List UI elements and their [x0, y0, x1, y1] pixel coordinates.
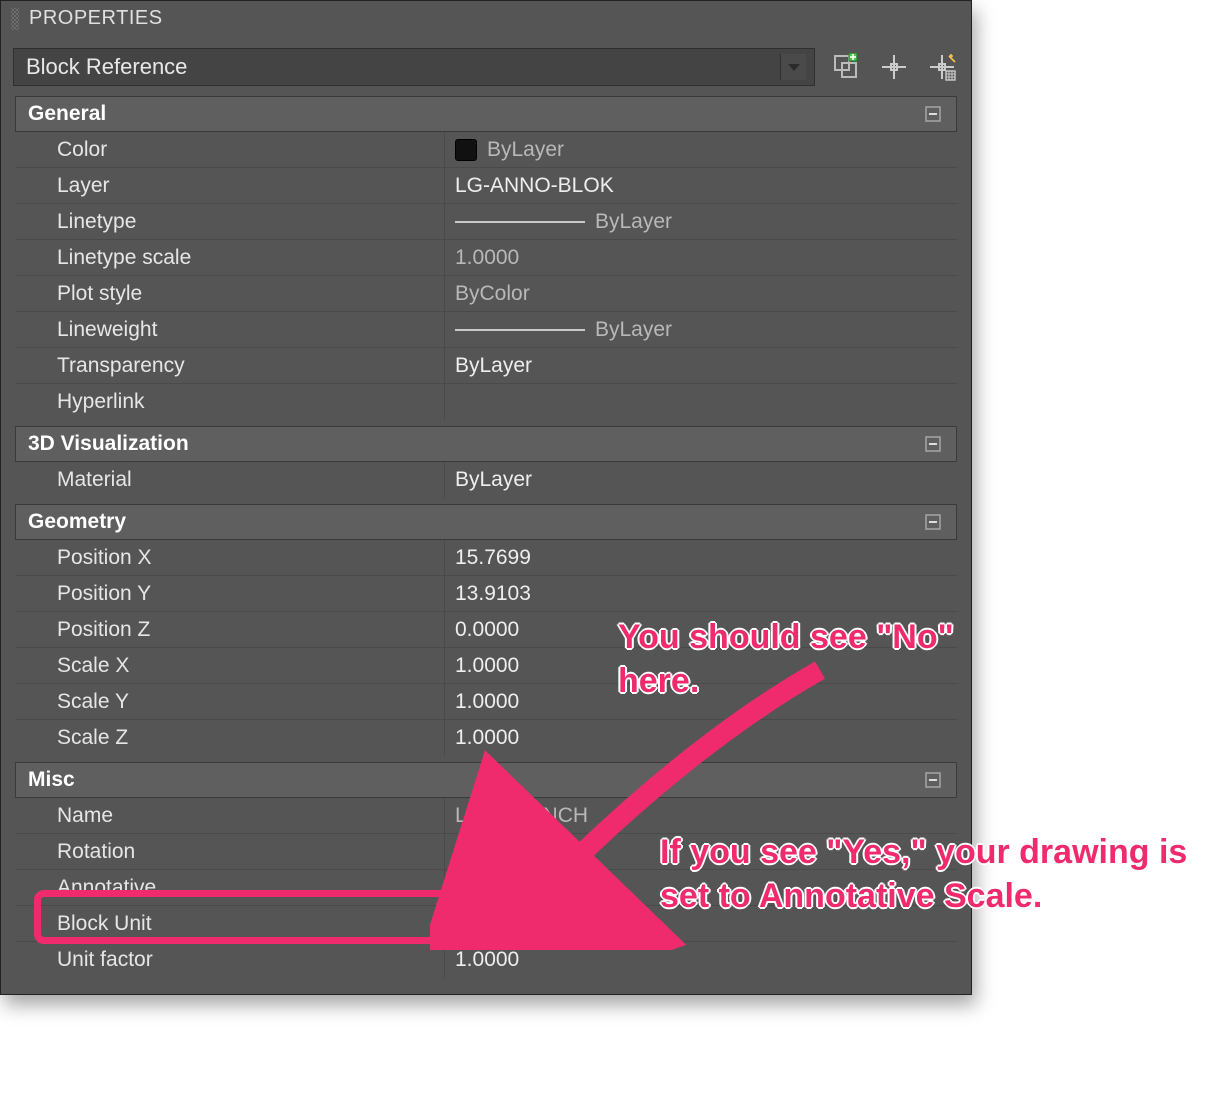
property-label: Lineweight — [15, 312, 445, 347]
section-title: Geometry — [28, 510, 126, 534]
property-value[interactable]: ByLayer — [445, 312, 957, 347]
section-header-misc[interactable]: Misc — [15, 762, 957, 798]
panel-title: PROPERTIES — [29, 7, 163, 30]
property-value[interactable]: 1.0000 — [445, 720, 957, 756]
section-title: General — [28, 102, 106, 126]
property-value[interactable]: ByLayer — [445, 204, 957, 239]
chevron-down-icon — [780, 54, 806, 80]
property-label: Linetype — [15, 204, 445, 239]
property-label: Plot style — [15, 276, 445, 311]
annotation-text-2: If you see "Yes," your drawing is set to… — [660, 830, 1190, 918]
property-value-text: ByLayer — [595, 210, 672, 234]
property-row: Material ByLayer — [15, 462, 957, 498]
property-value[interactable]: 1.0000 — [445, 942, 957, 978]
linetype-sample-icon — [455, 329, 585, 331]
property-value[interactable]: LAFX-BENCH — [445, 798, 957, 833]
property-value[interactable]: ByLayer — [445, 132, 957, 167]
property-value[interactable]: LG-ANNO-BLOK — [445, 168, 957, 203]
property-row: Transparency ByLayer — [15, 348, 957, 384]
property-label: Layer — [15, 168, 445, 203]
property-value-text: 13.9103 — [455, 582, 531, 606]
property-value-text: ByLayer — [455, 468, 532, 492]
property-value-text: Unitless — [455, 912, 530, 936]
collapse-icon — [922, 511, 944, 533]
property-label: Linetype scale — [15, 240, 445, 275]
property-row: Position X 15.7699 — [15, 540, 957, 576]
property-value-text: 1.0000 — [455, 654, 519, 678]
property-row: Lineweight ByLayer — [15, 312, 957, 348]
collapse-icon — [922, 769, 944, 791]
quick-calc-icon[interactable] — [925, 50, 959, 84]
property-row: Unit factor 1.0000 — [15, 942, 957, 978]
property-value-text: 15.7699 — [455, 546, 531, 570]
property-value-text: 1.0000 — [455, 246, 519, 270]
section-title: Misc — [28, 768, 75, 792]
property-value[interactable]: 15.7699 — [445, 540, 957, 575]
section-3dviz-body: Material ByLayer — [15, 462, 957, 498]
grip-icon — [11, 8, 19, 30]
section-header-geometry[interactable]: Geometry — [15, 504, 957, 540]
property-row: Position Y 13.9103 — [15, 576, 957, 612]
property-row: Color ByLayer — [15, 132, 957, 168]
property-label: Scale Y — [15, 684, 445, 719]
property-row: Linetype ByLayer — [15, 204, 957, 240]
property-value[interactable] — [445, 384, 957, 420]
property-label: Material — [15, 462, 445, 498]
property-value[interactable]: ByColor — [445, 276, 957, 311]
property-label: Unit factor — [15, 942, 445, 978]
property-value[interactable]: 1.0000 — [445, 240, 957, 275]
panel-titlebar: PROPERTIES — [1, 1, 971, 38]
property-value-text: 231 — [455, 840, 490, 864]
property-label: Rotation — [15, 834, 445, 869]
quick-select-icon[interactable] — [877, 50, 911, 84]
property-value-text: LAFX-BENCH — [455, 804, 588, 828]
section-general-body: Color ByLayer Layer LG-ANNO-BLOK Linetype ByL… — [15, 132, 957, 420]
toggle-pim-icon[interactable] — [829, 50, 863, 84]
property-row: Name LAFX-BENCH — [15, 798, 957, 834]
linetype-sample-icon — [455, 221, 585, 223]
property-label: Scale X — [15, 648, 445, 683]
property-value-text: ByLayer — [455, 354, 532, 378]
section-header-general[interactable]: General — [15, 96, 957, 132]
section-title: 3D Visualization — [28, 432, 189, 456]
property-value-text: ByLayer — [595, 318, 672, 342]
property-label: Scale Z — [15, 720, 445, 756]
property-label: Annotative — [15, 870, 445, 905]
object-type-value: Block Reference — [26, 54, 187, 80]
property-value[interactable]: ByLayer — [445, 462, 957, 498]
property-row: Scale Z 1.0000 — [15, 720, 957, 756]
property-value-text: 0.0000 — [455, 618, 519, 642]
property-value-text: ByLayer — [487, 138, 564, 162]
property-label: Block Unit — [15, 906, 445, 941]
property-value[interactable]: 13.9103 — [445, 576, 957, 611]
annotation-text-1: You should see "No" here. — [618, 615, 998, 703]
property-row: Linetype scale 1.0000 — [15, 240, 957, 276]
property-value[interactable]: ByLayer — [445, 348, 957, 383]
property-value-text: 1.0000 — [455, 726, 519, 750]
property-label: Hyperlink — [15, 384, 445, 420]
property-row: Hyperlink — [15, 384, 957, 420]
object-type-dropdown[interactable]: Block Reference — [13, 48, 815, 86]
property-label: Position Y — [15, 576, 445, 611]
property-row: Layer LG-ANNO-BLOK — [15, 168, 957, 204]
property-value-text: 1.0000 — [455, 690, 519, 714]
collapse-icon — [922, 103, 944, 125]
collapse-icon — [922, 433, 944, 455]
property-label: Position Z — [15, 612, 445, 647]
color-swatch-icon — [455, 139, 477, 161]
property-label: Name — [15, 798, 445, 833]
property-label: Transparency — [15, 348, 445, 383]
section-header-3dviz[interactable]: 3D Visualization — [15, 426, 957, 462]
property-value-text: No — [455, 876, 482, 900]
property-label: Color — [15, 132, 445, 167]
property-value-text: ByColor — [455, 282, 530, 306]
property-label: Position X — [15, 540, 445, 575]
property-value-text: 1.0000 — [455, 948, 519, 972]
property-row: Plot style ByColor — [15, 276, 957, 312]
property-value-text: LG-ANNO-BLOK — [455, 174, 614, 198]
selector-row: Block Reference — [1, 38, 971, 96]
